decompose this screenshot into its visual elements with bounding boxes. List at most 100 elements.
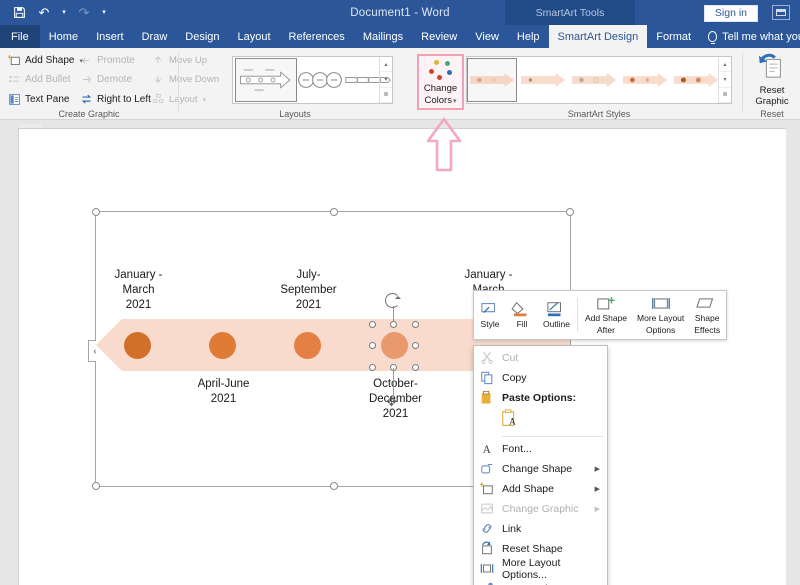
context-menu-label-add-shape: Add Shape xyxy=(502,483,554,495)
change-colors-label-2: Colors▾ xyxy=(425,95,457,107)
ribbon-display-options-icon[interactable] xyxy=(772,5,790,20)
tab-insert[interactable]: Insert xyxy=(87,25,133,48)
shape-handle-bottom-left[interactable] xyxy=(369,364,376,371)
minibar-outline-button[interactable]: Outline xyxy=(538,291,575,339)
context-menu-item-format-shape[interactable]: Format Shape... xyxy=(474,579,607,585)
smartart-styles-scrollbar[interactable]: ▴ ▾ ≣ xyxy=(718,57,731,103)
keep-text-only-icon[interactable]: A xyxy=(500,408,520,434)
style-thumbnail-4[interactable] xyxy=(619,58,670,102)
resize-handle-bottom-center[interactable] xyxy=(330,482,338,490)
layouts-scroll-up-icon[interactable]: ▴ xyxy=(380,57,392,73)
style-thumbnail-1[interactable] xyxy=(467,58,517,102)
tab-file[interactable]: File xyxy=(0,25,40,48)
reset-graphic-button[interactable]: Reset Graphic xyxy=(749,52,795,110)
tab-layout[interactable]: Layout xyxy=(229,25,280,48)
style-thumbnail-3[interactable] xyxy=(568,58,619,102)
change-colors-icon xyxy=(428,60,454,82)
smartart-styles-gallery[interactable]: ▴ ▾ ≣ xyxy=(466,56,732,104)
context-menu-item-reset-shape[interactable]: Reset Shape xyxy=(474,539,607,559)
ribbon-tab-strip: File Home Insert Draw Design Layout Refe… xyxy=(0,25,800,48)
context-menu-label-change-shape: Change Shape xyxy=(502,463,573,475)
context-menu-item-change-shape[interactable]: Change Shape ▶ xyxy=(474,459,607,479)
minibar-more-layout-options-button[interactable]: More Layout Options xyxy=(632,291,689,339)
context-menu-label-more-layout-options: More Layout Options... xyxy=(502,557,561,581)
layout-icon xyxy=(152,93,165,106)
minibar-shape-effects-button[interactable]: Shape Effects xyxy=(689,291,725,339)
tab-review[interactable]: Review xyxy=(412,25,466,48)
pink-arrow-callout xyxy=(424,117,464,172)
styles-scroll-up-icon[interactable]: ▴ xyxy=(719,57,731,73)
style-thumbnail-5[interactable] xyxy=(670,58,721,102)
styles-more-icon[interactable]: ≣ xyxy=(719,88,731,103)
layouts-scroll-down-icon[interactable]: ▾ xyxy=(380,72,392,88)
tab-help[interactable]: Help xyxy=(508,25,549,48)
tab-view[interactable]: View xyxy=(466,25,508,48)
resize-handle-top-center[interactable] xyxy=(330,208,338,216)
submenu-arrow-change-graphic: ▶ xyxy=(594,506,600,513)
context-menu-item-paste-options: Paste Options: xyxy=(474,388,607,408)
reset-graphic-icon xyxy=(757,52,787,85)
timeline-label-2[interactable]: April-June 2021 xyxy=(176,377,271,407)
ribbon-promote: Promote xyxy=(80,54,135,67)
tell-me-search[interactable]: Tell me what you want to do xyxy=(700,25,800,48)
add-shape-icon xyxy=(480,482,495,497)
context-menu-item-link[interactable]: Link xyxy=(474,519,607,539)
minibar-outline-label: Outline xyxy=(543,319,570,330)
cut-icon xyxy=(480,351,495,366)
timeline-node-2[interactable] xyxy=(209,332,236,359)
context-menu-separator-1 xyxy=(502,436,603,437)
document-title: Document1 - Word xyxy=(350,6,450,19)
layouts-gallery[interactable]: ▴ ▾ ≣ xyxy=(232,56,393,104)
timeline-node-1[interactable] xyxy=(124,332,151,359)
context-menu-item-copy[interactable]: Copy xyxy=(474,368,607,388)
timeline-label-3[interactable]: July- September 2021 xyxy=(261,268,356,313)
tab-design[interactable]: Design xyxy=(176,25,228,48)
sign-in-button[interactable]: Sign in xyxy=(703,5,758,22)
minibar-add-shape-after-button[interactable]: Add Shape After xyxy=(580,291,632,339)
context-menu-item-add-shape[interactable]: Add Shape ▶ xyxy=(474,479,607,499)
tab-references[interactable]: References xyxy=(280,25,354,48)
change-colors-button[interactable]: Change Colors▾ xyxy=(417,54,464,110)
context-menu-item-more-layout-options[interactable]: More Layout Options... xyxy=(474,557,607,581)
styles-scroll-down-icon[interactable]: ▾ xyxy=(719,72,731,88)
shape-handle-top-center[interactable] xyxy=(390,321,397,328)
minibar-fill-button[interactable]: Fill xyxy=(506,291,538,339)
shape-handle-bottom-right[interactable] xyxy=(412,364,419,371)
add-shape-icon xyxy=(8,54,21,67)
shape-handle-middle-left[interactable] xyxy=(369,342,376,349)
tab-home[interactable]: Home xyxy=(40,25,87,48)
layout-thumbnail-2[interactable] xyxy=(297,58,345,102)
shape-handle-top-left[interactable] xyxy=(369,321,376,328)
layouts-more-icon[interactable]: ≣ xyxy=(380,88,392,103)
ribbon-text-pane[interactable]: Text Pane xyxy=(8,93,69,106)
context-menu-label-reset-shape: Reset Shape xyxy=(502,543,563,555)
ribbon-add-shape[interactable]: Add Shape ▾ xyxy=(8,54,83,67)
tab-mailings[interactable]: Mailings xyxy=(354,25,412,48)
resize-handle-bottom-left[interactable] xyxy=(92,482,100,490)
ribbon-right-to-left[interactable]: Right to Left xyxy=(80,93,151,106)
context-menu-item-font[interactable]: A Font... xyxy=(474,439,607,459)
shape-handle-middle-right[interactable] xyxy=(412,342,419,349)
word-window: ↶ ▾ ↷ ▾ Document1 - Word SmartArt Tools … xyxy=(0,0,800,585)
timeline-label-1[interactable]: January - March 2021 xyxy=(91,268,186,313)
paste-icon xyxy=(480,390,495,406)
tab-smartart-design[interactable]: SmartArt Design xyxy=(548,25,648,48)
ribbon-group-reset: Reset Graphic Reset xyxy=(744,48,800,120)
tab-format[interactable]: Format xyxy=(647,25,700,48)
minibar-shape-effects-label-2: Effects xyxy=(694,324,721,335)
layout-thumbnail-1[interactable] xyxy=(235,58,297,102)
layouts-gallery-scrollbar[interactable]: ▴ ▾ ≣ xyxy=(379,57,392,103)
format-shape-icon xyxy=(480,582,495,585)
timeline-node-3[interactable] xyxy=(294,332,321,359)
style-thumbnail-2[interactable] xyxy=(517,58,568,102)
shape-handle-top-right[interactable] xyxy=(412,321,419,328)
resize-handle-top-left[interactable] xyxy=(92,208,100,216)
rotate-handle[interactable] xyxy=(385,293,401,308)
move-down-icon xyxy=(152,73,165,86)
ribbon: Add Shape ▾ Add Bullet Text Pane Promote… xyxy=(0,48,800,120)
resize-handle-top-right[interactable] xyxy=(566,208,574,216)
change-colors-dropdown-icon[interactable]: ▾ xyxy=(453,98,457,105)
minibar-style-button[interactable]: Style xyxy=(474,291,506,339)
context-menu-label-link: Link xyxy=(502,523,522,535)
tab-draw[interactable]: Draw xyxy=(133,25,177,48)
